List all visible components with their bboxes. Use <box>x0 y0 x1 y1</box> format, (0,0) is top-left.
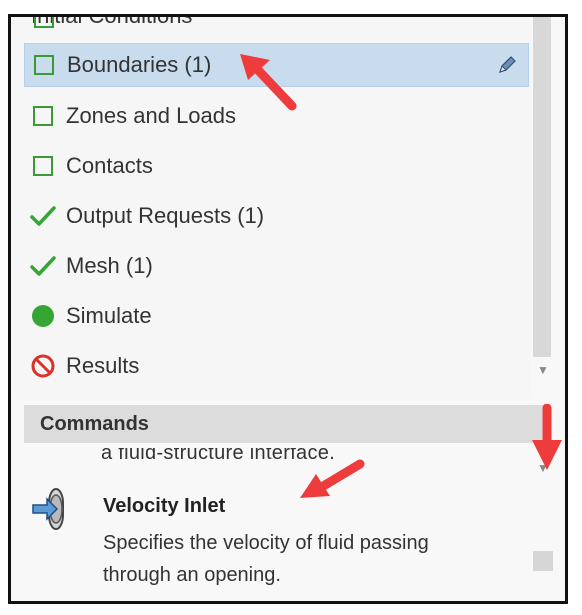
velocity-inlet-icon[interactable] <box>31 487 73 531</box>
command-title[interactable]: Velocity Inlet <box>103 495 225 518</box>
tree-item-simulate[interactable]: Simulate <box>24 294 529 338</box>
tree-item-contacts[interactable]: Contacts <box>24 144 529 188</box>
scroll-down-arrow-icon[interactable]: ▼ <box>537 363 549 377</box>
tree-item-label: Contacts <box>66 153 153 178</box>
tree-item-mesh[interactable]: Mesh (1) <box>24 244 529 288</box>
green-circle-icon <box>30 303 56 329</box>
commands-scrollbar-thumb[interactable] <box>533 551 553 571</box>
checkmark-icon <box>30 253 56 279</box>
edit-pencil-icon[interactable] <box>496 54 518 76</box>
tree-item-label: Output Requests (1) <box>66 203 265 228</box>
tree-item-label: Simulate <box>66 303 152 328</box>
tree-item-initial-conditions[interactable]: Initial Conditions <box>31 14 193 28</box>
tree-scrollbar-thumb[interactable] <box>533 17 551 357</box>
checkmark-icon <box>30 203 56 229</box>
tree-item-label: Results <box>66 353 140 378</box>
tree-item-label: Mesh (1) <box>66 253 153 278</box>
tree-item-label: Initial Conditions <box>31 14 193 28</box>
tree-item-label: Zones and Loads <box>66 103 237 128</box>
incomplete-square-icon <box>31 52 57 78</box>
incomplete-square-icon <box>30 103 56 129</box>
red-annotation-arrow-icon <box>300 459 365 498</box>
tree-item-results[interactable]: Results <box>24 344 529 388</box>
commands-header: Commands <box>24 405 544 443</box>
tree-item-label: Boundaries (1) <box>67 52 212 77</box>
prohibited-icon <box>30 353 56 379</box>
incomplete-square-icon <box>30 153 56 179</box>
command-description: Specifies the velocity of fluid passing … <box>103 532 429 586</box>
tree-item-output-requests[interactable]: Output Requests (1) <box>24 194 529 238</box>
red-annotation-arrow-icon <box>240 54 297 111</box>
red-annotation-arrow-icon <box>532 404 562 470</box>
